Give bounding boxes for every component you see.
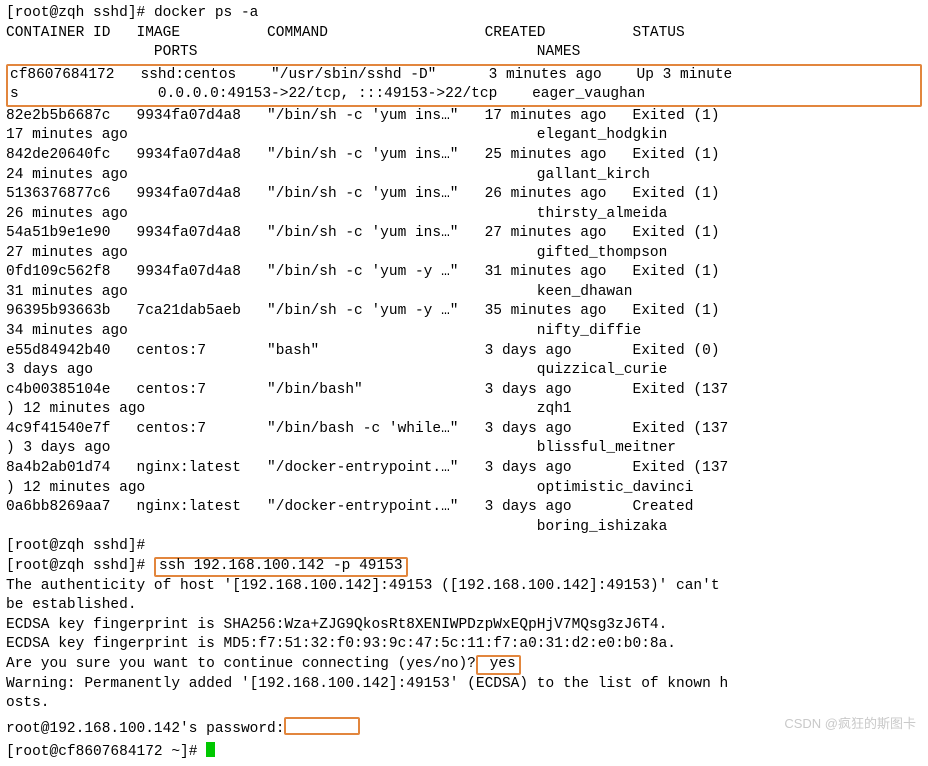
terminal-line: [root@zqh sshd]# docker ps -a xyxy=(6,4,922,24)
highlight-password-field[interactable] xyxy=(284,717,360,735)
password-label: root@192.168.100.142's password: xyxy=(6,721,284,737)
command-text: docker ps -a xyxy=(154,5,258,21)
ps-row: e55d84942b40 centos:7 "bash" 3 days ago … xyxy=(6,342,922,362)
ssh-fingerprint-sha: ECDSA key fingerprint is SHA256:Wza+ZJG9… xyxy=(6,616,922,636)
ps-row: 842de20640fc 9934fa07d4a8 "/bin/sh -c 'y… xyxy=(6,146,922,166)
ps-row: 82e2b5b6687c 9934fa07d4a8 "/bin/sh -c 'y… xyxy=(6,107,922,127)
highlight-running-container: cf8607684172 sshd:centos "/usr/sbin/sshd… xyxy=(6,64,922,107)
ssh-continue-prompt[interactable]: Are you sure you want to continue connec… xyxy=(6,655,922,675)
ps-row: 34 minutes ago nifty_diffie xyxy=(6,322,922,342)
ps-row: 0fd109c562f8 9934fa07d4a8 "/bin/sh -c 'y… xyxy=(6,263,922,283)
shell-prompt-empty[interactable]: [root@zqh sshd]# xyxy=(6,537,922,557)
ssh-auth-line2: be established. xyxy=(6,596,922,616)
ps-row: 4c9f41540e7f centos:7 "/bin/bash -c 'whi… xyxy=(6,420,922,440)
ps-row: 27 minutes ago gifted_thompson xyxy=(6,244,922,264)
ps-row: ) 12 minutes ago zqh1 xyxy=(6,400,922,420)
ps-row: 26 minutes ago thirsty_almeida xyxy=(6,205,922,225)
ps-row: 96395b93663b 7ca21dab5aeb "/bin/sh -c 'y… xyxy=(6,302,922,322)
ps-row: 17 minutes ago elegant_hodgkin xyxy=(6,126,922,146)
ps-row: c4b00385104e centos:7 "/bin/bash" 3 days… xyxy=(6,381,922,401)
ps-header-line2: PORTS NAMES xyxy=(6,43,922,63)
yes-answer: yes xyxy=(481,656,516,672)
ssh-fingerprint-md5: ECDSA key fingerprint is MD5:f7:51:32:f0… xyxy=(6,635,922,655)
highlight-ssh-cmd: ssh 192.168.100.142 -p 49153 xyxy=(154,557,408,577)
shell-prompt: [root@cf8607684172 ~]# xyxy=(6,744,206,760)
ssh-warning-line2: osts. xyxy=(6,694,922,714)
ps-header-line1: CONTAINER ID IMAGE COMMAND CREATED STATU… xyxy=(6,24,922,44)
shell-prompt: [root@zqh sshd]# xyxy=(6,5,154,21)
ssh-command-line: [root@zqh sshd]# ssh 192.168.100.142 -p … xyxy=(6,557,922,577)
shell-prompt: [root@zqh sshd]# xyxy=(6,558,154,574)
cursor-icon xyxy=(206,742,215,757)
continue-question: Are you sure you want to continue connec… xyxy=(6,656,476,672)
ps-row: ) 3 days ago blissful_meitner xyxy=(6,439,922,459)
ps-row-highlight-1: cf8607684172 sshd:centos "/usr/sbin/sshd… xyxy=(10,66,918,86)
command-text: ssh 192.168.100.142 -p 49153 xyxy=(159,558,403,574)
watermark-text: CSDN @疯狂的斯图卡 xyxy=(784,715,916,733)
ssh-warning-line1: Warning: Permanently added '[192.168.100… xyxy=(6,675,922,695)
ssh-auth-line1: The authenticity of host '[192.168.100.1… xyxy=(6,577,922,597)
ps-row: 24 minutes ago gallant_kirch xyxy=(6,166,922,186)
ps-row: 8a4b2ab01d74 nginx:latest "/docker-entry… xyxy=(6,459,922,479)
ps-row: boring_ishizaka xyxy=(6,518,922,538)
ps-row: 3 days ago quizzical_curie xyxy=(6,361,922,381)
highlight-yes: yes xyxy=(476,655,521,675)
ps-row: 54a51b9e1e90 9934fa07d4a8 "/bin/sh -c 'y… xyxy=(6,224,922,244)
ps-row: 31 minutes ago keen_dhawan xyxy=(6,283,922,303)
ps-row: 5136376877c6 9934fa07d4a8 "/bin/sh -c 'y… xyxy=(6,185,922,205)
ps-row: 0a6bb8269aa7 nginx:latest "/docker-entry… xyxy=(6,498,922,518)
ps-row-highlight-2: s 0.0.0.0:49153->22/tcp, :::49153->22/tc… xyxy=(10,85,918,105)
ps-row: ) 12 minutes ago optimistic_davinci xyxy=(6,479,922,499)
